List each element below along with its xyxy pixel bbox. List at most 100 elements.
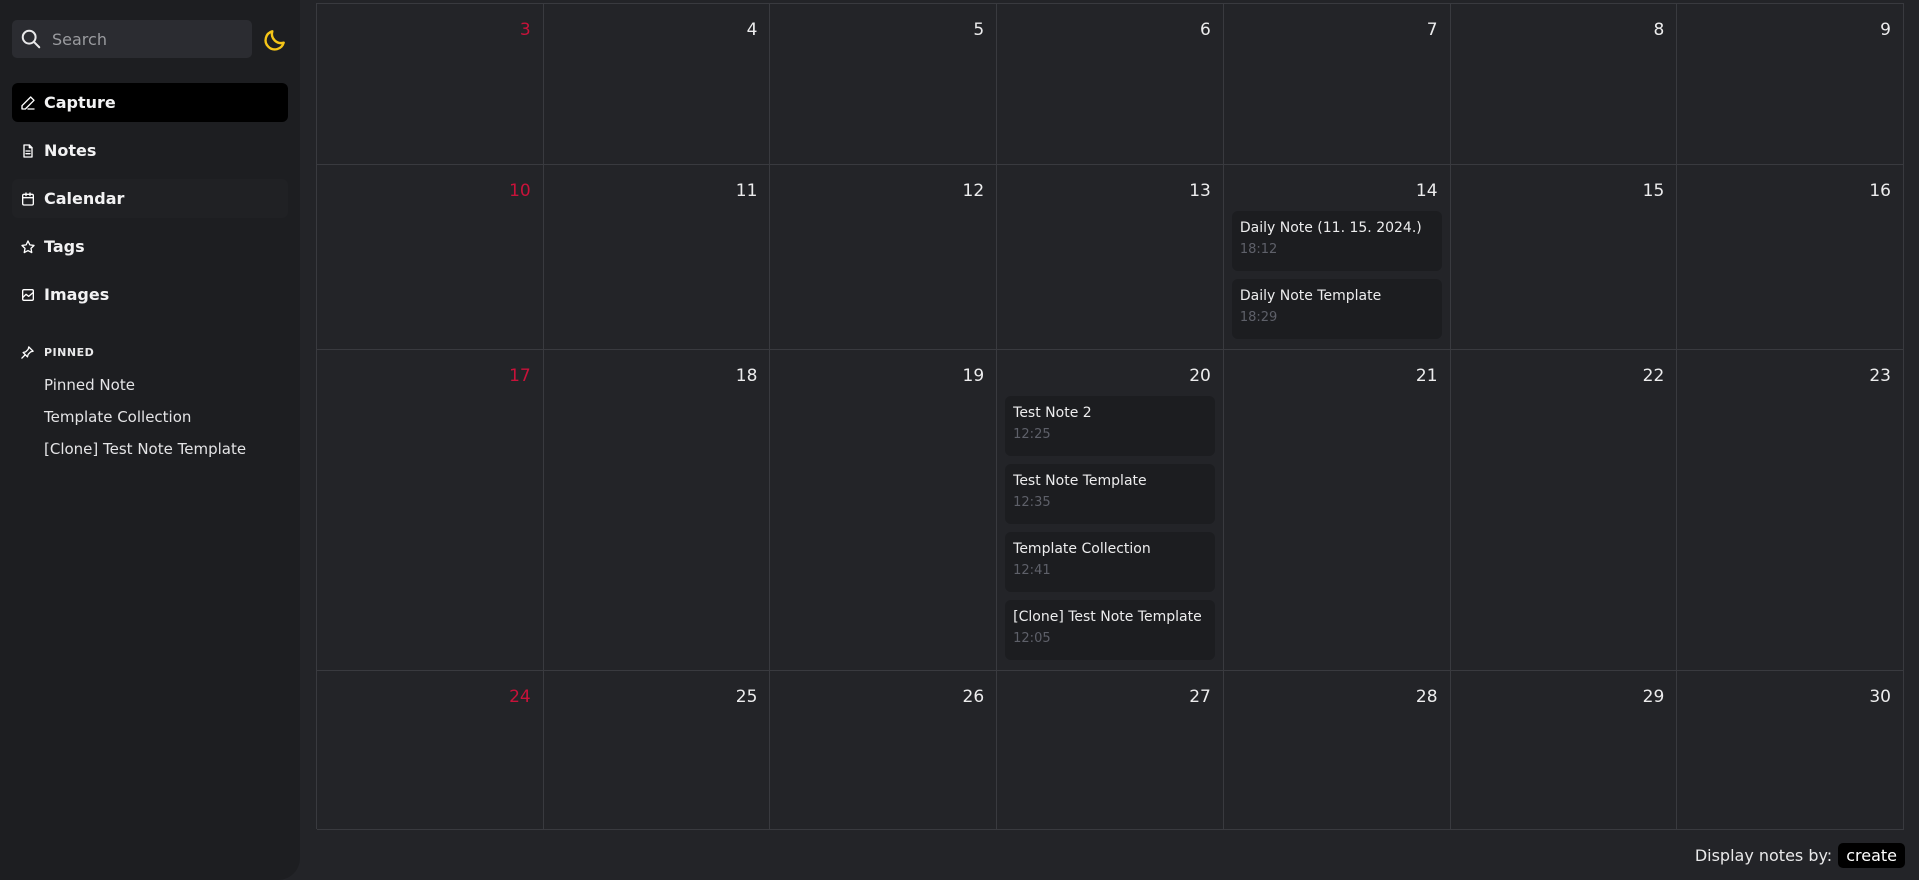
sidebar-item-notes[interactable]: Notes (12, 131, 288, 170)
calendar-day[interactable]: 30 (1677, 671, 1904, 830)
note-card[interactable]: Test Note 2 12:25 (1005, 396, 1215, 456)
day-number: 10 (509, 181, 531, 201)
calendar-day[interactable]: 9 (1677, 4, 1904, 165)
pinned-list: Pinned Note Template Collection [Clone] … (44, 373, 246, 469)
calendar-day[interactable]: 16 (1677, 165, 1904, 350)
calendar-day[interactable]: 28 (1223, 671, 1451, 830)
sidebar-item-calendar[interactable]: Calendar (12, 179, 288, 218)
note-card[interactable]: [Clone] Test Note Template 12:05 (1005, 600, 1215, 660)
day-number: 15 (1642, 181, 1665, 201)
sidebar-item-label: Notes (44, 141, 97, 160)
sidebar-item-label: Images (44, 285, 110, 304)
sidebar: Capture Notes Calendar Tags Images PINNE… (0, 0, 300, 880)
note-title: Template Collection (1013, 541, 1151, 557)
calendar-day[interactable]: 18 (543, 350, 771, 671)
note-time: 12:05 (1013, 631, 1051, 646)
note-title: Test Note Template (1013, 473, 1147, 489)
note-title: [Clone] Test Note Template (1013, 609, 1202, 625)
note-time: 18:12 (1239, 242, 1278, 257)
calendar-day[interactable]: 29 (1450, 671, 1678, 830)
sidebar-item-capture[interactable]: Capture (12, 83, 288, 122)
pin-icon (21, 346, 34, 359)
calendar-icon (22, 191, 34, 206)
calendar-day[interactable]: 21 (1223, 350, 1451, 671)
calendar-day[interactable]: 8 (1450, 4, 1678, 165)
calendar-day[interactable]: 12 (770, 165, 998, 350)
display-mode-select[interactable]: create (1838, 843, 1905, 868)
calendar-day[interactable]: 14 Daily Note (11. 15. 2024.) 18:12 Daily N… (1223, 165, 1451, 350)
note-time: 12:35 (1013, 495, 1051, 510)
day-number: 18 (735, 366, 758, 386)
calendar-day[interactable]: 13 (997, 165, 1224, 350)
note-time: 12:25 (1013, 427, 1051, 442)
calendar-day[interactable]: 6 (997, 4, 1224, 165)
sidebar-item-tags[interactable]: Tags (12, 227, 288, 266)
calendar-day[interactable]: 24 (317, 671, 544, 830)
day-number: 9 (1880, 20, 1891, 40)
pinned-heading-label: PINNED (44, 346, 95, 359)
day-number: 26 (962, 687, 985, 707)
calendar-day[interactable]: 10 (317, 165, 544, 350)
day-number: 29 (1642, 687, 1665, 707)
moon-icon[interactable] (262, 27, 288, 53)
day-number: 22 (1642, 366, 1665, 386)
calendar-day[interactable]: 22 (1450, 350, 1678, 671)
note-card[interactable]: Template Collection 12:41 (1005, 532, 1215, 592)
day-number: 3 (519, 20, 531, 40)
sidebar-item-images[interactable]: Images (12, 275, 288, 314)
day-number: 12 (962, 181, 985, 201)
day-number: 17 (509, 366, 531, 386)
calendar-day[interactable]: 26 (770, 671, 998, 830)
calendar-day[interactable]: 23 (1677, 350, 1904, 671)
calendar-day[interactable]: 20 Test Note 2 12:25 Test Note Template 12:3… (997, 350, 1224, 671)
note-time: 12:41 (1013, 563, 1051, 578)
note-title: Daily Note (11. 15. 2024.) (1239, 220, 1422, 236)
day-number: 13 (1189, 181, 1211, 201)
calendar-day[interactable]: 11 (543, 165, 771, 350)
day-number: 14 (1415, 181, 1438, 201)
day-number: 24 (509, 687, 531, 707)
image-icon (22, 288, 34, 301)
note-card[interactable]: Daily Note (11. 15. 2024.) 18:12 (1231, 211, 1442, 271)
note-title: Test Note 2 (1013, 405, 1092, 421)
calendar-day[interactable]: 5 (770, 4, 998, 165)
day-number: 28 (1415, 687, 1438, 707)
sidebar-item-label: Capture (44, 93, 116, 112)
calendar-day[interactable]: 19 (770, 350, 998, 671)
day-number: 30 (1869, 687, 1891, 707)
day-number: 6 (1200, 20, 1211, 40)
calendar-grid: 3 4 5 6 7 8 9 10 11 12 13 14 Daily Note (11. 15. 202… (316, 3, 1904, 830)
calendar-day[interactable]: 7 (1223, 4, 1451, 165)
calendar-day[interactable]: 17 (317, 350, 544, 671)
day-number: 23 (1869, 366, 1891, 386)
sidebar-nav: Capture Notes Calendar Tags Images (12, 83, 288, 323)
day-number: 11 (735, 181, 758, 201)
day-number: 7 (1426, 20, 1438, 40)
day-number: 25 (735, 687, 758, 707)
note-card[interactable]: Daily Note Template 18:29 (1231, 279, 1442, 339)
day-number: 16 (1869, 181, 1891, 201)
calendar-day[interactable]: 25 (543, 671, 771, 830)
pinned-item[interactable]: Pinned Note (44, 373, 246, 405)
calendar-day[interactable]: 3 (317, 4, 544, 165)
note-time: 18:29 (1239, 310, 1278, 325)
day-number: 5 (973, 20, 985, 40)
day-number: 8 (1653, 20, 1665, 40)
pencil-icon (21, 95, 35, 110)
search-input[interactable] (50, 28, 244, 50)
pinned-item[interactable]: Template Collection (44, 405, 246, 437)
calendar-day[interactable]: 15 (1450, 165, 1678, 350)
document-icon (23, 143, 33, 158)
sidebar-item-label: Tags (44, 237, 85, 256)
calendar-day[interactable]: 27 (997, 671, 1224, 830)
day-number: 27 (1189, 687, 1211, 707)
day-number: 20 (1189, 366, 1211, 386)
pinned-item[interactable]: [Clone] Test Note Template (44, 437, 246, 469)
search-icon (21, 29, 41, 49)
note-card[interactable]: Test Note Template 12:35 (1005, 464, 1215, 524)
display-mode-control: Display notes by: create (1695, 843, 1905, 868)
search-box[interactable] (12, 20, 252, 58)
day-number: 21 (1415, 366, 1438, 386)
display-mode-label: Display notes by: (1694, 846, 1833, 865)
calendar-day[interactable]: 4 (543, 4, 771, 165)
